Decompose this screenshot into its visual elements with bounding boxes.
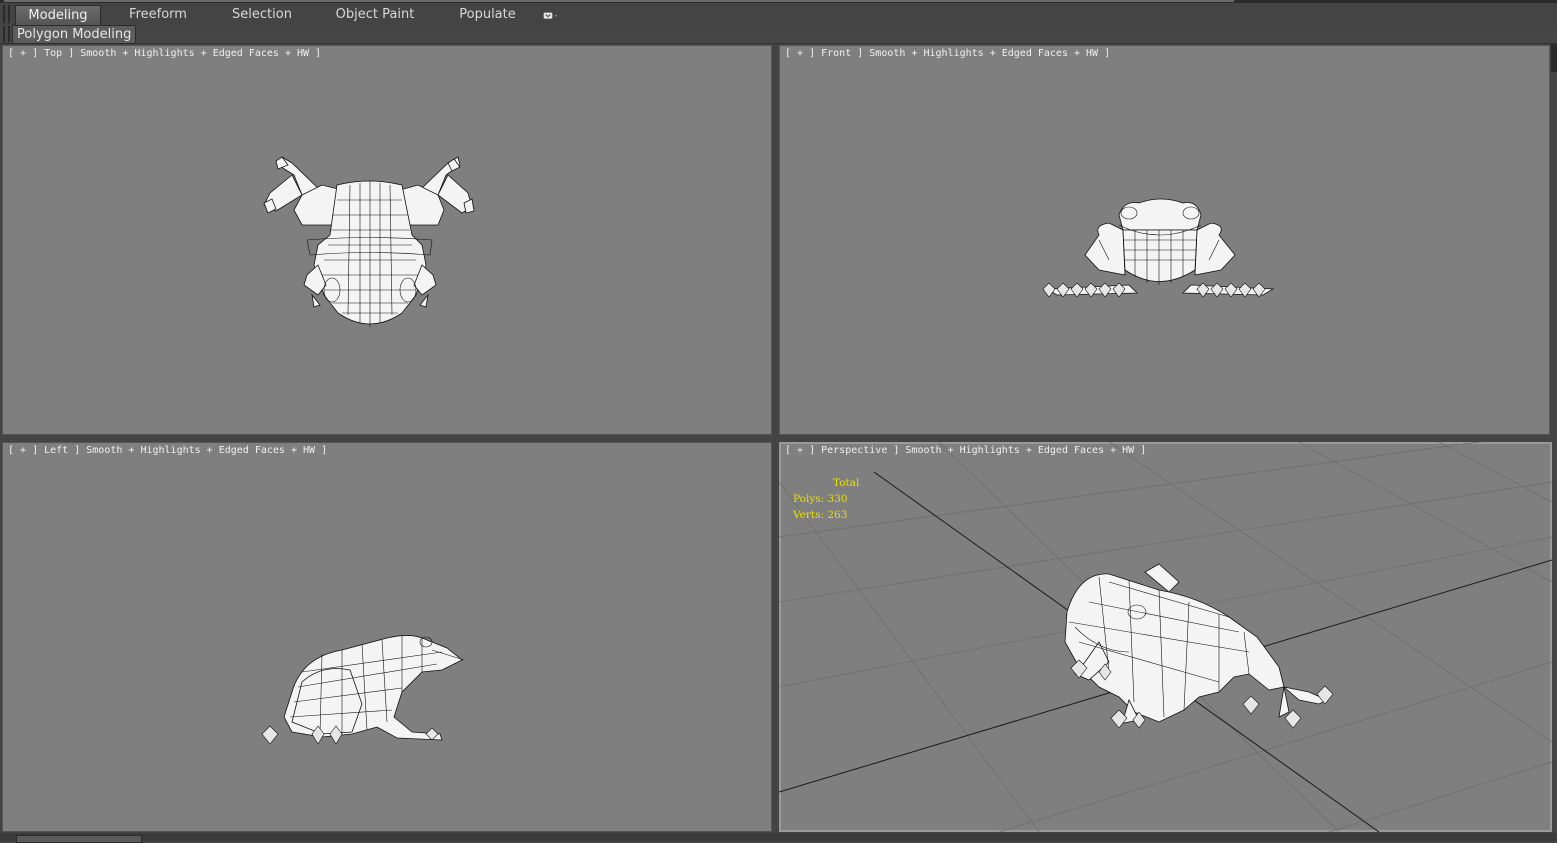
stats-verts: Verts: 263 [793, 509, 848, 521]
viewport-front[interactable]: [ + ] Front ] Smooth + Highlights + Edge… [779, 45, 1550, 435]
viewport-left[interactable]: [ + ] Left ] Smooth + Highlights + Edged… [2, 442, 772, 832]
stats-title: Total [833, 477, 860, 489]
ribbon-dropdown-icon[interactable] [543, 10, 559, 22]
viewport-label-perspective[interactable]: [ + ] Perspective ] Smooth + Highlights … [785, 445, 1146, 456]
stats-polys: Polys: 330 [793, 493, 848, 505]
bottom-bar [0, 833, 1557, 841]
tab-object-paint[interactable]: Object Paint [330, 5, 420, 24]
polygon-modeling-tab[interactable]: Polygon Modeling [12, 25, 137, 44]
ribbon-tab-bar: Modeling Freeform Selection Object Paint… [0, 3, 1557, 25]
frog-model-left [261, 635, 465, 745]
tab-modeling[interactable]: Modeling [15, 5, 101, 25]
frog-model-front [1042, 198, 1275, 298]
viewport-top[interactable]: [ + ] Top ] Smooth + Highlights + Edged … [2, 45, 772, 435]
frog-model-top [263, 156, 475, 327]
tab-selection[interactable]: Selection [222, 5, 302, 24]
toolbar-grip[interactable] [3, 5, 5, 23]
time-slider[interactable] [16, 835, 142, 843]
perspective-grid [779, 442, 1552, 832]
tab-populate[interactable]: Populate [450, 5, 525, 24]
tab-freeform[interactable]: Freeform [118, 5, 198, 24]
viewport-perspective[interactable]: [ + ] Perspective ] Smooth + Highlights … [779, 442, 1552, 832]
ribbon-panel-bar: Polygon Modeling [0, 25, 1557, 44]
right-scrollbar[interactable] [1551, 44, 1557, 72]
scene-statistics: Total Polys: 330 Verts: 263 [793, 475, 859, 523]
